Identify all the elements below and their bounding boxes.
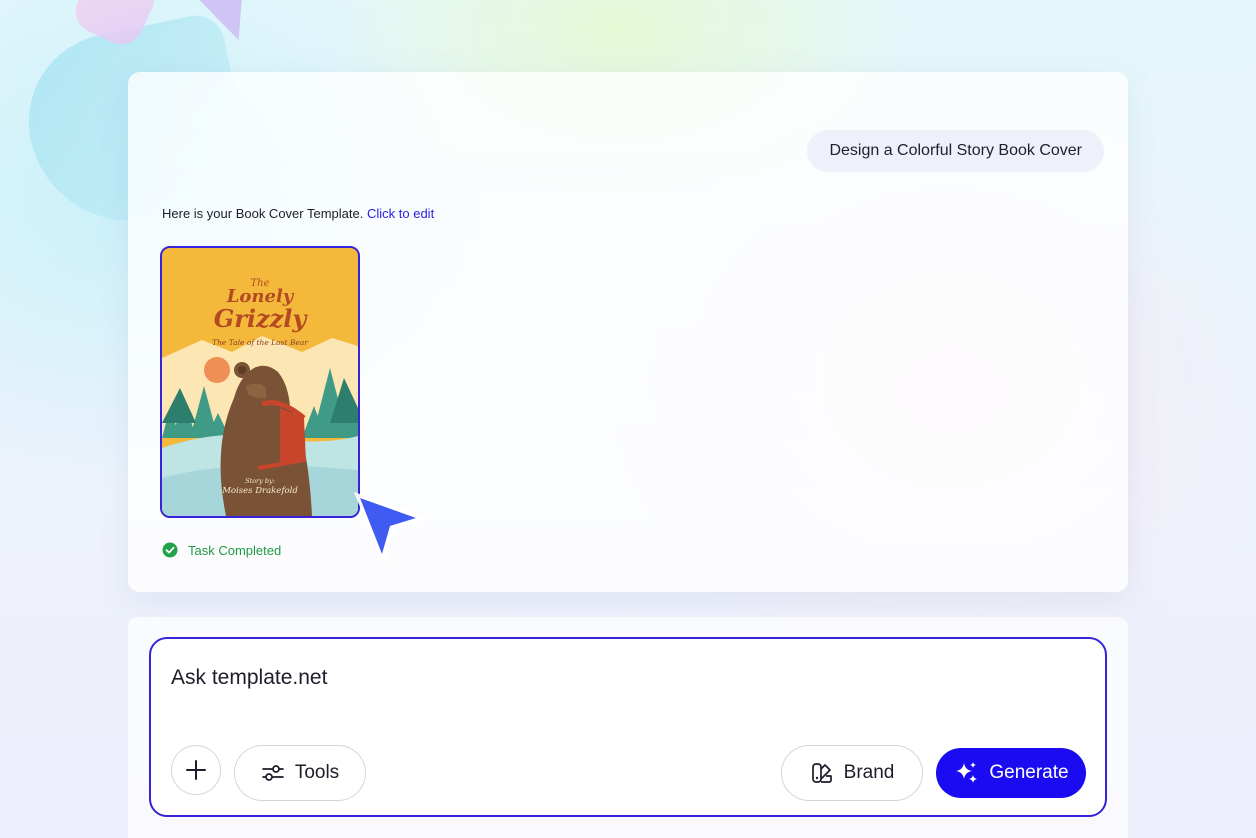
sparkle-icon — [956, 762, 978, 783]
cover-title-line2: Grizzly — [213, 304, 307, 333]
decor-triangle — [191, 0, 265, 50]
brand-label: Brand — [843, 762, 895, 783]
plus-icon — [186, 760, 206, 780]
generate-label: Generate — [989, 762, 1069, 783]
prompt-composer: Tools Brand Generate — [149, 637, 1107, 817]
generate-button[interactable]: Generate — [936, 748, 1086, 798]
add-button[interactable] — [171, 745, 221, 795]
book-cover-thumbnail[interactable]: The Lonely Grizzly The Tale of the Lost … — [160, 246, 360, 518]
brand-button[interactable]: Brand — [781, 745, 923, 801]
cover-subtitle: The Tale of the Lost Bear — [212, 338, 308, 347]
task-status: Task Completed — [162, 542, 281, 558]
cover-byline: Story by: — [245, 477, 275, 485]
check-circle-icon — [162, 542, 178, 558]
assistant-reply: Here is your Book Cover Template. Click … — [162, 206, 434, 221]
cursor-arrow-icon — [354, 492, 428, 566]
palette-icon — [811, 763, 832, 783]
tools-button[interactable]: Tools — [234, 745, 366, 801]
reply-text: Here is your Book Cover Template. — [162, 206, 364, 221]
tools-label: Tools — [294, 762, 340, 783]
chat-panel: Design a Colorful Story Book Cover Here … — [128, 72, 1128, 592]
cover-author: Moises Drakefold — [222, 486, 298, 496]
decor-rounded-square — [68, 0, 162, 52]
sliders-icon — [261, 765, 284, 781]
status-text: Task Completed — [188, 542, 282, 558]
composer-panel: Tools Brand Generate — [128, 617, 1128, 838]
prompt-input[interactable] — [171, 663, 1071, 693]
click-to-edit-link[interactable]: Click to edit — [367, 206, 434, 221]
user-message-bubble: Design a Colorful Story Book Cover — [807, 130, 1104, 172]
